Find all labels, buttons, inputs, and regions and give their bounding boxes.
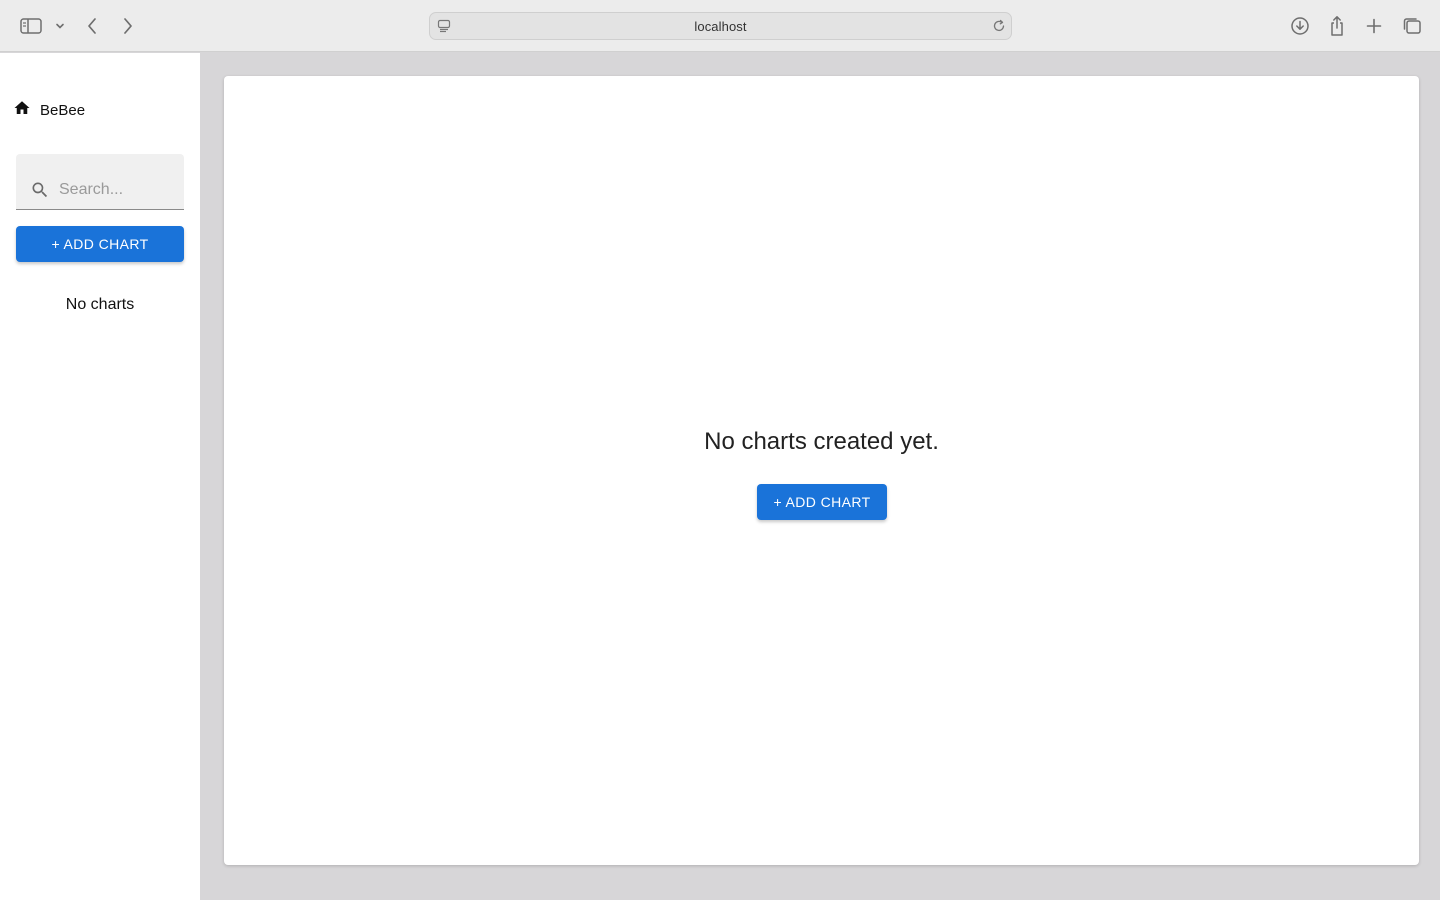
site-settings-icon[interactable] — [437, 19, 451, 38]
empty-state-title: No charts created yet. — [704, 428, 939, 455]
main-content-card: No charts created yet. + ADD CHART — [224, 76, 1419, 865]
brand-home-link[interactable]: BeBee — [13, 100, 85, 120]
search-icon — [30, 180, 50, 205]
tab-overview-icon[interactable] — [1401, 13, 1423, 39]
sidebar-toggle-icon[interactable] — [19, 13, 43, 39]
sidebar: BeBee + ADD CHART No charts — [0, 53, 200, 900]
address-bar[interactable]: localhost — [429, 12, 1012, 40]
share-icon[interactable] — [1327, 13, 1347, 39]
download-icon[interactable] — [1289, 13, 1311, 39]
address-url: localhost — [694, 18, 747, 34]
sidebar-empty-text: No charts — [65, 296, 135, 313]
search-field[interactable] — [16, 154, 184, 210]
main-add-chart-button[interactable]: + ADD CHART — [757, 484, 887, 520]
browser-toolbar: localhost — [0, 0, 1440, 52]
home-icon — [13, 99, 31, 122]
reload-icon[interactable] — [992, 19, 1006, 38]
chevron-down-icon[interactable] — [54, 13, 66, 39]
back-icon[interactable] — [84, 13, 100, 39]
brand-label: BeBee — [40, 101, 86, 119]
forward-icon[interactable] — [120, 13, 136, 39]
search-input[interactable] — [59, 178, 177, 202]
new-tab-icon[interactable] — [1364, 13, 1384, 39]
sidebar-add-chart-button[interactable]: + ADD CHART — [16, 226, 184, 262]
